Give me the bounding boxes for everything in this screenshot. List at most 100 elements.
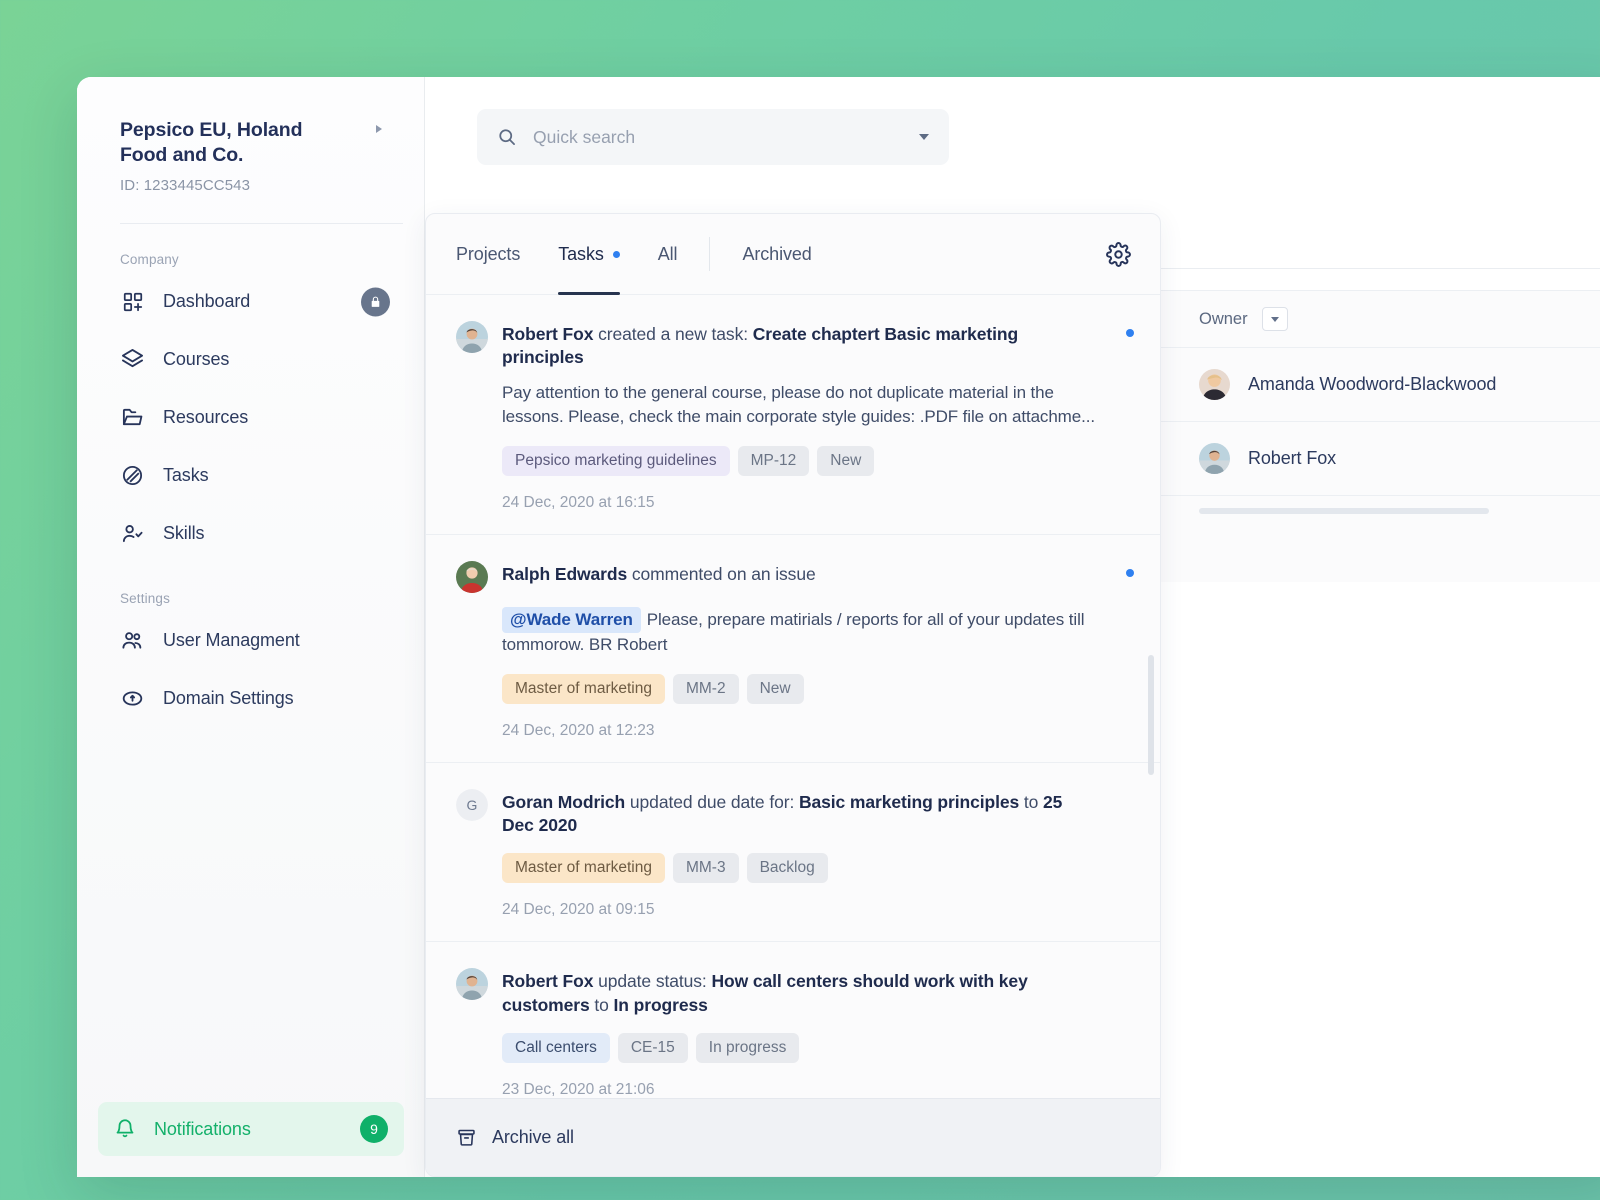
owner-filter-dropdown[interactable] — [1261, 307, 1288, 331]
sidebar-item-label: Courses — [163, 349, 230, 369]
feed-item-body: Pay attention to the general course, ple… — [502, 382, 1095, 427]
sidebar-item-domain-settings[interactable]: Domain Settings — [99, 670, 402, 728]
feed-actor: Goran Modrich — [502, 791, 626, 812]
tab-label: Tasks — [558, 243, 604, 264]
feed-item[interactable]: Robert Fox created a new task: Create ch… — [426, 295, 1160, 535]
feed-actor: Robert Fox — [502, 324, 594, 344]
chip-status[interactable]: Backlog — [746, 853, 828, 884]
chip-project[interactable]: Master of marketing — [502, 673, 665, 704]
chip-project[interactable]: Master of marketing — [502, 853, 665, 884]
chip-project[interactable]: Call centers — [502, 1032, 610, 1063]
feed-scroll-area[interactable]: Robert Fox created a new task: Create ch… — [426, 295, 1160, 1098]
sidebar-item-courses[interactable]: Courses — [99, 331, 402, 389]
chevron-down-icon[interactable] — [919, 134, 929, 140]
org-name: Pepsico EU, Holand Food and Co. — [120, 119, 303, 166]
search-input[interactable] — [533, 126, 919, 148]
lock-icon[interactable] — [361, 287, 390, 316]
feed-action-post: to — [589, 994, 614, 1015]
avatar-initial: G — [456, 788, 488, 821]
owner-panel: Owner Amanda Woodword-Blackwood Robert F… — [1161, 290, 1600, 582]
feed-item-timestamp: 24 Dec, 2020 at 12:23 — [502, 721, 655, 739]
app-window: Pepsico EU, Holand Food and Co. ID: 1233… — [77, 77, 1600, 1177]
sidebar: Pepsico EU, Holand Food and Co. ID: 1233… — [77, 77, 425, 1177]
feed-vertical-scrollbar[interactable] — [1148, 655, 1154, 775]
tabs-separator — [709, 237, 711, 271]
dashboard-grid-icon — [120, 289, 145, 314]
chip-code[interactable]: MP-12 — [737, 445, 810, 476]
feed-item-title: Robert Fox update status: How call cente… — [502, 970, 1120, 1017]
archive-all-button[interactable]: Archive all — [426, 1098, 1160, 1176]
feed-actor: Robert Fox — [502, 971, 594, 992]
nav-section-company-label: Company — [120, 251, 179, 267]
feed-action-pre: created a new task: — [593, 324, 753, 344]
sidebar-item-label: Resources — [163, 407, 249, 427]
tab-label: Archived — [742, 243, 812, 264]
avatar — [456, 321, 488, 353]
mention-tag[interactable]: @Wade Warren — [502, 606, 641, 634]
chip-status[interactable]: New — [817, 445, 875, 476]
unread-dot-icon — [1126, 568, 1134, 577]
sidebar-item-label: Skills — [163, 523, 205, 543]
chip-code[interactable]: CE-15 — [617, 1032, 688, 1063]
feed-item[interactable]: G Goran Modrich updated due date for: Ba… — [426, 763, 1160, 943]
org-id: ID: 1233445CC543 — [120, 176, 251, 194]
feed-item-chips: Call centers CE-15 In progress — [502, 1032, 1120, 1063]
feed-item[interactable]: Ralph Edwards commented on an issue @Wad… — [426, 535, 1160, 763]
sidebar-item-label: Domain Settings — [163, 688, 294, 708]
pie-circle-icon — [120, 463, 145, 488]
feed-action-subject: Basic marketing principles — [798, 791, 1020, 812]
chip-code[interactable]: MM-2 — [672, 673, 739, 704]
feed-item-timestamp: 24 Dec, 2020 at 16:15 — [502, 493, 655, 511]
avatar — [456, 560, 488, 593]
activity-feed-card: Projects Tasks All Archived Robert Fox c… — [425, 213, 1161, 1177]
feed-item-chips: Master of marketing MM-2 New — [502, 673, 1120, 704]
sidebar-item-label: Dashboard — [163, 291, 251, 311]
owner-name: Amanda Woodword-Blackwood — [1248, 374, 1497, 394]
feed-action-post: to — [1019, 791, 1044, 812]
avatar: G — [456, 788, 488, 821]
avatar — [1199, 369, 1230, 400]
feed-item-body: @Wade Warren Please, prepare matirials / … — [502, 606, 1120, 658]
avatar — [1199, 443, 1230, 474]
feed-actor: Ralph Edwards — [502, 563, 628, 584]
feed-item-chips: Master of marketing MM-3 Backlog — [502, 853, 1120, 884]
user-check-icon — [120, 521, 145, 546]
tab-all[interactable]: All — [658, 214, 678, 295]
sidebar-item-skills[interactable]: Skills — [99, 505, 402, 563]
search-icon — [497, 127, 517, 147]
sidebar-item-resources[interactable]: Resources — [99, 389, 402, 447]
tab-archived[interactable]: Archived — [742, 214, 811, 295]
owner-horizontal-scrollbar[interactable] — [1199, 508, 1489, 514]
archive-all-label: Archive all — [492, 1127, 574, 1147]
tab-label: Projects — [456, 243, 521, 264]
feed-action-pre: updated due date for: — [625, 791, 799, 812]
sidebar-divider — [120, 222, 403, 224]
owner-row[interactable]: Amanda Woodword-Blackwood — [1161, 348, 1600, 422]
chevron-down-icon — [1270, 316, 1279, 322]
sidebar-item-dashboard[interactable]: Dashboard — [99, 273, 402, 331]
nav-section-settings-label: Settings — [120, 590, 170, 606]
org-header[interactable]: Pepsico EU, Holand Food and Co. ID: 1233… — [99, 77, 402, 194]
owner-row[interactable]: Robert Fox — [1161, 422, 1600, 496]
gear-icon[interactable] — [1102, 238, 1134, 270]
tab-projects[interactable]: Projects — [456, 214, 520, 295]
tab-tasks[interactable]: Tasks — [558, 214, 620, 295]
sidebar-item-user-managment[interactable]: User Managment — [99, 612, 402, 670]
domain-info-icon — [120, 686, 145, 711]
owner-name: Robert Fox — [1248, 448, 1337, 468]
main-content: Owner Amanda Woodword-Blackwood — [425, 77, 1600, 1177]
notifications-label: Notifications — [154, 1118, 251, 1139]
sidebar-item-tasks[interactable]: Tasks — [99, 447, 402, 505]
quick-search-box[interactable] — [477, 109, 949, 165]
feed-item-timestamp: 24 Dec, 2020 at 09:15 — [502, 901, 655, 919]
sidebar-item-label: User Managment — [163, 630, 300, 650]
chevron-right-icon[interactable] — [376, 125, 382, 133]
chip-status[interactable]: In progress — [695, 1032, 800, 1063]
chip-code[interactable]: MM-3 — [672, 853, 739, 884]
search-row — [425, 77, 1600, 165]
notifications-button[interactable]: Notifications 9 — [98, 1102, 404, 1156]
bell-icon — [114, 1117, 138, 1141]
feed-item[interactable]: Robert Fox update status: How call cente… — [426, 942, 1160, 1098]
chip-status[interactable]: New — [746, 673, 804, 704]
chip-project[interactable]: Pepsico marketing guidelines — [502, 445, 730, 476]
